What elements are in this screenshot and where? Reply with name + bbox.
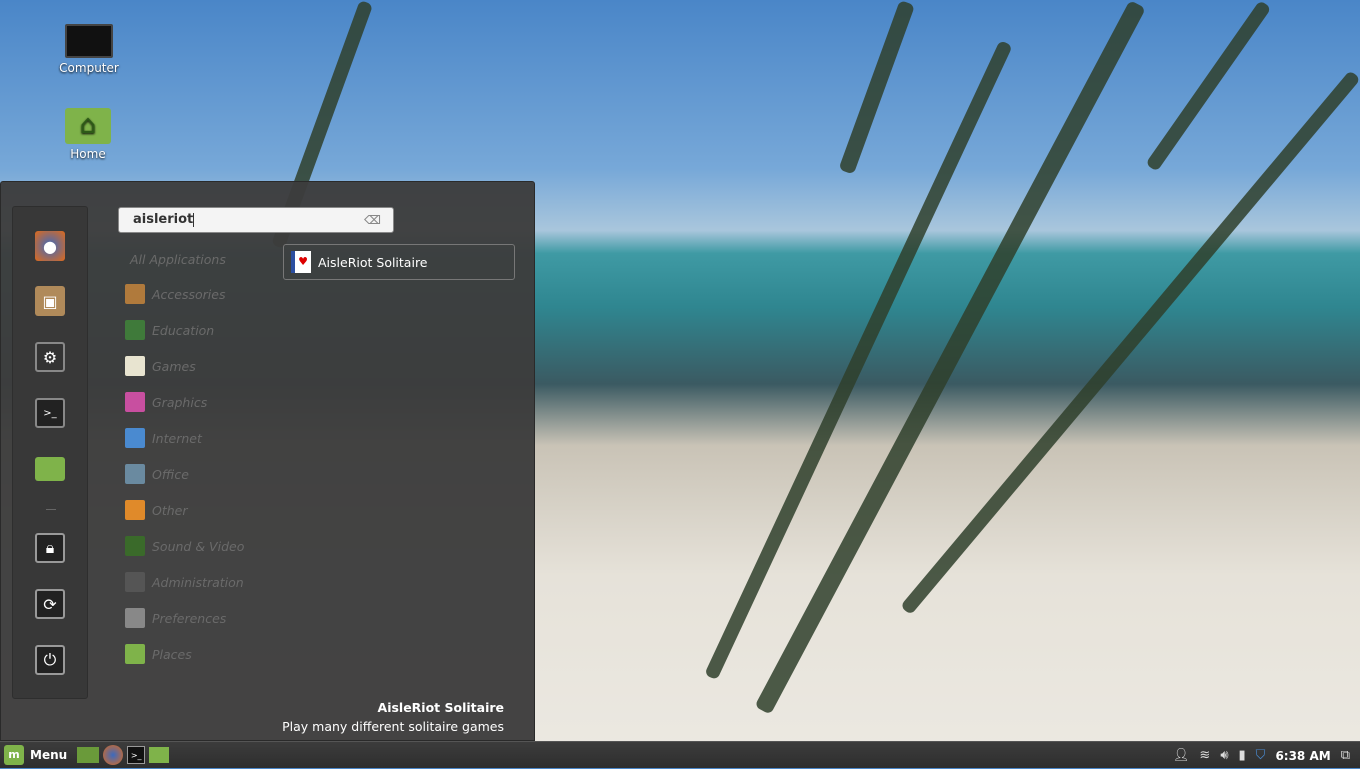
firefox-icon[interactable]: ● xyxy=(35,231,65,261)
desktop-icon-home[interactable]: Home xyxy=(48,108,128,161)
show-desktop-icon[interactable] xyxy=(77,747,99,763)
update-shield-icon[interactable]: ⛉ xyxy=(1256,748,1266,763)
category-label: Administration xyxy=(152,575,244,590)
category-graphics[interactable]: Graphics xyxy=(125,391,207,413)
category-places[interactable]: Places xyxy=(125,643,192,665)
category-icon xyxy=(125,464,145,484)
workspace-switcher-icon[interactable]: ⧉ xyxy=(1341,748,1350,763)
category-icon xyxy=(125,428,145,448)
menu-label: Menu xyxy=(30,748,67,762)
category-icon xyxy=(125,644,145,664)
mint-logo-icon: m xyxy=(4,745,24,765)
category-other[interactable]: Other xyxy=(125,499,188,521)
favorites-separator xyxy=(46,509,56,510)
selected-app-desc: Play many different solitaire games xyxy=(282,719,504,734)
application-menu: ● ▣ ⚙ >_ 🔒︎ ⟳ ⏻ aisleriot ⌫ All Applicati… xyxy=(0,181,535,741)
category-administration[interactable]: Administration xyxy=(125,571,244,593)
system-tray: 👤︎ ≋ 🔊︎ ▮ ⛉ 6:38 AM ⧉ xyxy=(1173,742,1360,769)
terminal-launcher-icon[interactable]: >_ xyxy=(127,746,145,764)
shutdown-icon[interactable]: ⏻ xyxy=(35,645,65,675)
logout-icon[interactable]: ⟳ xyxy=(35,589,65,619)
menu-button[interactable]: m Menu xyxy=(4,744,67,766)
category-label: Games xyxy=(152,359,196,374)
result-label: AisleRiot Solitaire xyxy=(318,255,428,270)
category-education[interactable]: Education xyxy=(125,319,214,341)
files-folder-icon[interactable] xyxy=(35,457,65,481)
aisleriot-icon: ♥ xyxy=(291,251,311,273)
wifi-icon[interactable]: ≋ xyxy=(1199,748,1210,763)
user-icon[interactable]: 👤︎ xyxy=(1173,748,1190,763)
category-label: Other xyxy=(152,503,188,518)
terminal-icon[interactable]: >_ xyxy=(35,398,65,428)
category-label: Places xyxy=(152,647,192,662)
computer-icon xyxy=(65,24,113,58)
category-label: Graphics xyxy=(152,395,207,410)
category-icon xyxy=(125,320,145,340)
category-label: Internet xyxy=(152,431,202,446)
category-label: Accessories xyxy=(152,287,225,302)
category-icon xyxy=(125,536,145,556)
battery-icon[interactable]: ▮ xyxy=(1239,748,1246,763)
lock-screen-icon[interactable]: 🔒︎ xyxy=(35,533,65,563)
desktop-icon-label: Computer xyxy=(59,61,119,75)
system-settings-icon[interactable]: ⚙ xyxy=(35,342,65,372)
category-icon xyxy=(125,284,145,304)
category-icon xyxy=(125,500,145,520)
category-icon xyxy=(125,572,145,592)
desktop-icon-label: Home xyxy=(70,147,105,161)
category-label: Office xyxy=(152,467,189,482)
category-label: Preferences xyxy=(152,611,226,626)
volume-icon[interactable]: 🔊︎ xyxy=(1220,748,1228,763)
software-manager-icon[interactable]: ▣ xyxy=(35,286,65,316)
home-folder-icon xyxy=(65,108,111,144)
category-icon xyxy=(125,392,145,412)
category-office[interactable]: Office xyxy=(125,463,189,485)
category-sound-video[interactable]: Sound & Video xyxy=(125,535,244,557)
firefox-launcher-icon[interactable] xyxy=(103,745,123,765)
files-launcher-icon[interactable] xyxy=(149,747,169,763)
category-accessories[interactable]: Accessories xyxy=(125,283,225,305)
selected-app-name: AisleRiot Solitaire xyxy=(282,700,504,715)
desktop-icon-computer[interactable]: Computer xyxy=(49,24,129,75)
category-internet[interactable]: Internet xyxy=(125,427,202,449)
search-input[interactable]: aisleriot ⌫ xyxy=(118,207,394,233)
selected-app-description: AisleRiot Solitaire Play many different … xyxy=(282,700,504,734)
category-icon xyxy=(125,356,145,376)
favorites-sidebar: ● ▣ ⚙ >_ 🔒︎ ⟳ ⏻ xyxy=(12,206,88,699)
taskbar-panel: m Menu >_ 👤︎ ≋ 🔊︎ ▮ ⛉ 6:38 AM ⧉ xyxy=(0,741,1360,768)
clear-search-icon[interactable]: ⌫ xyxy=(364,213,381,227)
search-text: aisleriot xyxy=(133,212,193,227)
category-games[interactable]: Games xyxy=(125,355,196,377)
category-all-applications[interactable]: All Applications xyxy=(130,252,226,267)
category-icon xyxy=(125,608,145,628)
clock[interactable]: 6:38 AM xyxy=(1275,749,1330,763)
category-label: Education xyxy=(152,323,214,338)
category-preferences[interactable]: Preferences xyxy=(125,607,226,629)
search-result-aisleriot[interactable]: ♥ AisleRiot Solitaire xyxy=(283,244,515,280)
category-label: Sound & Video xyxy=(152,539,244,554)
